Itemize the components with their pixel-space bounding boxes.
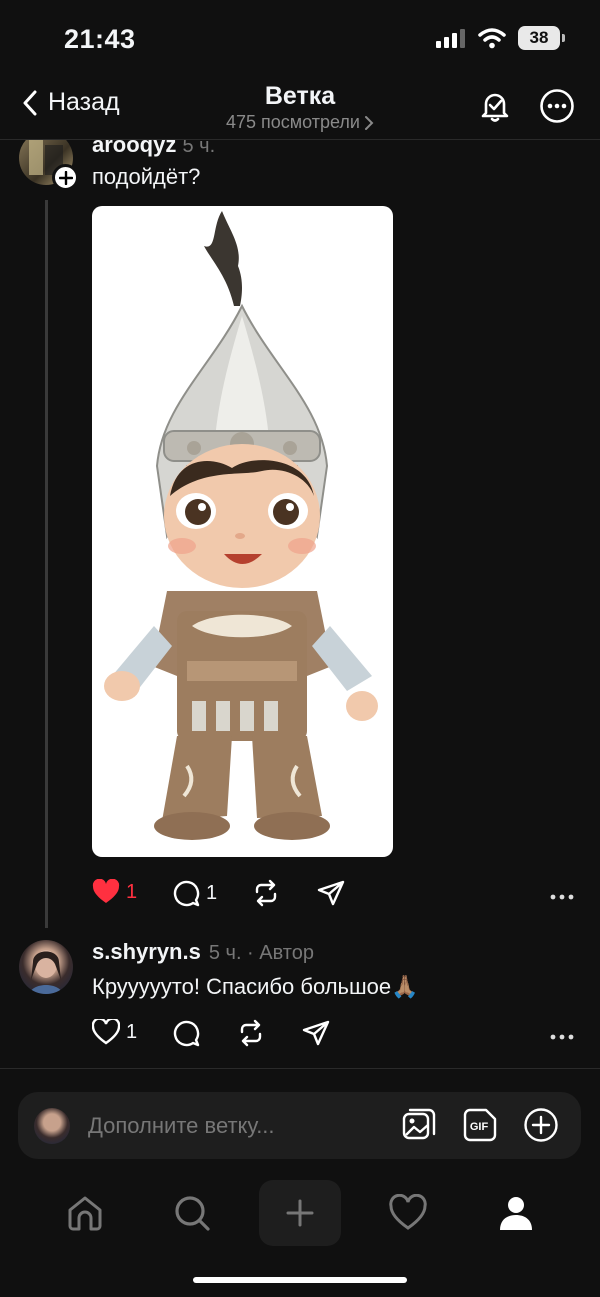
composer-input[interactable]: Дополните ветку...	[88, 1113, 275, 1139]
thread-line	[45, 200, 48, 928]
create-icon	[286, 1199, 314, 1227]
add-gif-button[interactable]: GIF	[462, 1107, 498, 1148]
post-text: подойдёт?	[92, 164, 201, 189]
repost-button[interactable]	[252, 879, 280, 907]
comment-count: 1	[206, 881, 218, 904]
bell-check-icon	[481, 93, 509, 122]
more-horizontal-icon	[550, 1034, 574, 1040]
notify-button[interactable]	[475, 86, 515, 126]
battery-indicator: 38	[518, 26, 565, 50]
like-count: 1	[126, 880, 138, 903]
nav-search[interactable]	[151, 1180, 233, 1246]
composer-divider	[0, 1068, 600, 1069]
activity-icon	[389, 1194, 427, 1230]
reply-text: Круууууто! Спасибо большое🙏🏽	[92, 974, 419, 999]
chevron-right-icon	[365, 115, 374, 130]
comment-icon	[173, 1020, 200, 1047]
heart-filled-icon	[92, 879, 120, 903]
nav-activity[interactable]	[367, 1180, 449, 1246]
svg-text:GIF: GIF	[470, 1121, 489, 1133]
reply-avatar[interactable]	[19, 940, 73, 994]
comment-button[interactable]: 1	[172, 879, 217, 907]
more-icon	[540, 89, 574, 123]
post-more-button[interactable]	[550, 876, 574, 908]
reply-header: s.shyryn.s 5 ч. · Автор	[92, 939, 314, 965]
status-time: 21:43	[64, 24, 136, 54]
gif-icon: GIF	[463, 1108, 497, 1142]
reply-comment-button[interactable]	[172, 1019, 200, 1047]
signal-icon	[436, 29, 465, 48]
reply-repost-button[interactable]	[237, 1019, 265, 1047]
share-button[interactable]	[317, 879, 345, 907]
reply-share-button[interactable]	[302, 1019, 330, 1047]
share-icon	[302, 1020, 330, 1046]
warrior-illustration	[104, 211, 378, 840]
comment-icon	[173, 880, 200, 907]
repost-icon	[240, 1019, 262, 1047]
add-more-button[interactable]	[523, 1107, 559, 1148]
share-icon	[317, 880, 345, 906]
search-icon	[175, 1196, 210, 1231]
more-horizontal-icon	[550, 894, 574, 900]
post-username[interactable]: arooqyz 5 ч.	[92, 140, 215, 158]
avatar-image	[29, 950, 63, 994]
composer-avatar	[34, 1108, 70, 1144]
plus-icon	[58, 170, 73, 185]
status-icons: 38	[436, 26, 565, 50]
add-image-button[interactable]	[401, 1107, 437, 1148]
nav-profile[interactable]	[475, 1180, 557, 1246]
plus-circle-icon	[524, 1108, 558, 1142]
like-button[interactable]: 1	[92, 879, 137, 905]
profile-icon	[500, 1197, 532, 1230]
more-options-button[interactable]	[537, 86, 577, 126]
post-image[interactable]	[92, 206, 393, 857]
post-time: 5 ч.	[182, 140, 216, 157]
post-header-clip: arooqyz 5 ч.	[0, 140, 600, 200]
reply-meta: 5 ч. · Автор	[208, 942, 314, 964]
home-icon	[68, 1196, 102, 1231]
reply-like-count: 1	[126, 1020, 138, 1043]
nav-create[interactable]	[259, 1180, 341, 1246]
post-username-text: arooqyz	[92, 140, 177, 157]
views-label: 475 посмотрели	[225, 112, 360, 132]
reply-more-button[interactable]	[550, 1016, 574, 1048]
wifi-icon	[478, 28, 506, 49]
reply-like-button[interactable]: 1	[92, 1019, 137, 1045]
repost-icon	[255, 879, 277, 907]
reply-username[interactable]: s.shyryn.s	[92, 939, 201, 965]
heart-icon	[92, 1019, 120, 1045]
follow-button[interactable]	[52, 164, 79, 191]
nav-home[interactable]	[44, 1180, 126, 1246]
home-indicator[interactable]	[193, 1277, 407, 1283]
gallery-icon	[402, 1108, 436, 1140]
